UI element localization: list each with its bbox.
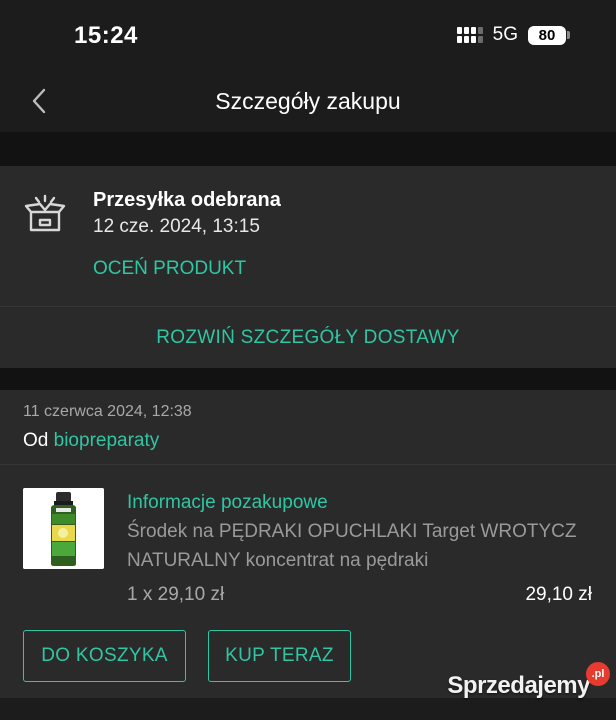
delivery-status-title: Przesyłka odebrana (93, 189, 281, 211)
product-thumbnail[interactable] (23, 488, 104, 569)
seller-prefix: Od (23, 430, 49, 451)
product-name[interactable]: Środek na PĘDRAKI OPUCHLAKI Target WROTY… (127, 517, 597, 575)
battery-level: 80 (528, 25, 566, 45)
watermark-badge: .pl (586, 662, 610, 686)
status-indicators: 5G 80 (456, 24, 570, 46)
divider (0, 464, 616, 465)
rate-product-link[interactable]: OCEŃ PRODUKT (93, 258, 246, 280)
expand-delivery-link[interactable]: ROZWIŃ SZCZEGÓŁY DOSTAWY (156, 327, 459, 349)
signal-icon (456, 27, 483, 43)
status-time: 15:24 (74, 22, 138, 49)
post-purchase-info-link[interactable]: Informacje pozakupowe (127, 492, 328, 514)
delivery-card: Przesyłka odebrana 12 cze. 2024, 13:15 O… (0, 166, 616, 306)
delivery-date: 12 cze. 2024, 13:15 (93, 216, 260, 237)
chevron-left-icon[interactable] (28, 87, 56, 115)
section-separator (0, 132, 616, 166)
quantity-price: 1 x 29,10 zł (127, 584, 225, 605)
battery-icon: 80 (528, 25, 570, 45)
page-title: Szczegóły zakupu (215, 87, 401, 114)
expand-delivery-row[interactable]: ROZWIŃ SZCZEGÓŁY DOSTAWY (0, 306, 616, 368)
watermark-logo: Sprzedajemy (447, 672, 590, 699)
status-bar: 15:24 5G 80 (0, 0, 616, 70)
network-label: 5G (492, 24, 518, 45)
total-price: 29,10 zł (525, 584, 592, 605)
buy-now-button[interactable]: KUP TERAZ (208, 630, 351, 682)
add-to-cart-button[interactable]: DO KOSZYKA (23, 630, 186, 682)
nav-bar: Szczegóły zakupu (0, 70, 616, 132)
section-separator (0, 368, 616, 390)
seller-link[interactable]: biopreparaty (54, 430, 160, 451)
package-open-icon (23, 192, 67, 236)
seller-line: Od biopreparaty (23, 430, 159, 452)
order-section: 11 czerwca 2024, 12:38 Od biopreparaty I… (0, 390, 616, 698)
order-date: 11 czerwca 2024, 12:38 (23, 403, 192, 420)
